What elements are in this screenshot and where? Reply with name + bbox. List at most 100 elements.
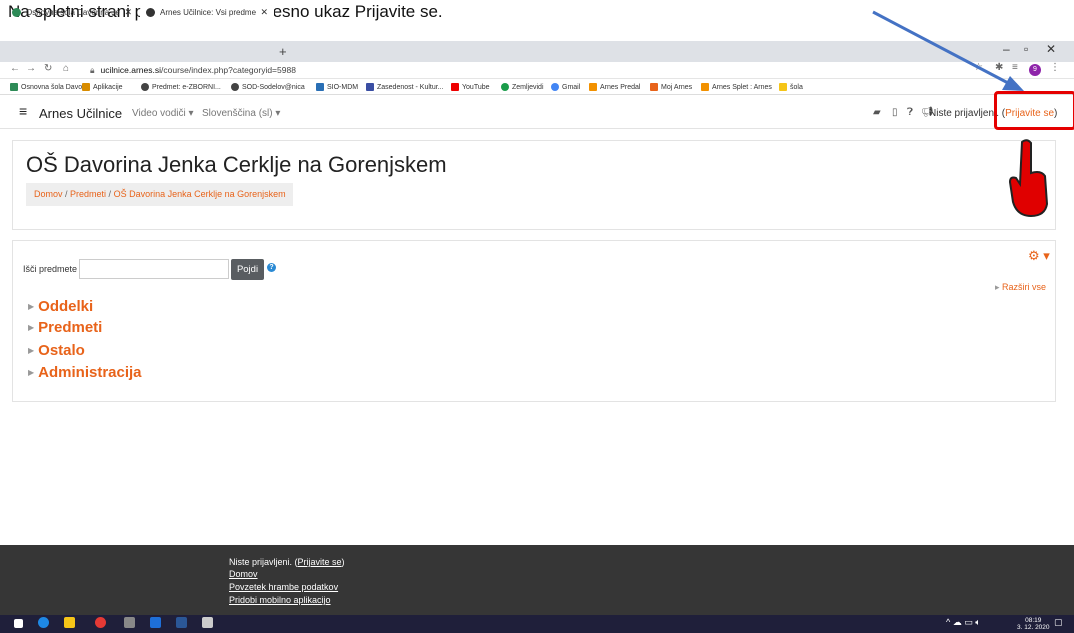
footer-login-link[interactable]: Prijavite se (298, 557, 342, 567)
acrobat-icon[interactable] (202, 617, 213, 628)
star-icon[interactable]: ☆ (974, 62, 983, 73)
google-icon (551, 83, 559, 91)
browser-tab-2[interactable]: Arnes Učilnice: Vsi predmeti ✕ (140, 4, 274, 21)
caret-right-icon: ▶ (28, 368, 35, 377)
restore-icon[interactable]: ▫ (1024, 42, 1028, 56)
bookmark-item[interactable]: Zasedenost - Kultur... (366, 83, 444, 91)
url-path: /course/index.php?categoryid=5988 (161, 65, 296, 75)
bookmark-item[interactable]: YouTube (451, 83, 490, 91)
browser-tab-1[interactable]: Osnovna šola Davorina Jenka – C ✕ (6, 4, 138, 21)
system-tray-icons[interactable]: ^ ☁ ▭ 🔈︎ (946, 617, 981, 628)
help-icon[interactable]: ? (267, 263, 276, 272)
windows-start-icon[interactable] (14, 619, 23, 628)
category-item[interactable]: ▶ Administracija (28, 364, 142, 381)
bookmark-item[interactable]: Aplikacije (82, 83, 123, 91)
menu-icon[interactable]: ⋮ (1050, 62, 1060, 73)
bookmark-item[interactable]: Predmet: e-ZBORNI... (141, 83, 221, 91)
book-icon[interactable]: ▰ (873, 107, 881, 118)
caret-right-icon: ▸ (995, 282, 1000, 292)
explorer-icon[interactable] (64, 617, 75, 628)
bookmarks-bar: Osnovna šola Davo... Aplikacije Predmet:… (0, 80, 1074, 95)
category-item[interactable]: ▶ Oddelki (28, 298, 93, 315)
globe-icon (231, 83, 239, 91)
bookmark-favicon-icon (316, 83, 324, 91)
globe-icon (141, 83, 149, 91)
page-title: OŠ Davorina Jenka Cerklje na Gorenjskem (26, 152, 447, 177)
minimize-icon[interactable]: – (1003, 42, 1010, 56)
search-label: Išči predmete (23, 264, 78, 274)
search-input[interactable] (79, 259, 229, 279)
footer-mobile-app-link[interactable]: Pridobi mobilno aplikacijo (229, 595, 331, 605)
forward-icon[interactable]: → (26, 63, 36, 74)
bookmark-icon[interactable]: ▯ (892, 107, 898, 118)
word-icon[interactable] (176, 617, 187, 628)
category-item[interactable]: ▶ Ostalo (28, 342, 85, 359)
reading-list-icon[interactable]: ≡ (1012, 62, 1018, 73)
school-favicon-icon (12, 8, 21, 17)
tab-title: Osnovna šola Davorina Jenka – C (26, 8, 120, 17)
arnes-icon (701, 83, 709, 91)
tool-icon[interactable] (124, 617, 135, 628)
search-button[interactable]: Pojdi (231, 259, 264, 280)
new-tab-icon[interactable]: + (279, 44, 287, 59)
footer-home-link[interactable]: Domov (229, 569, 258, 579)
arnes-icon (589, 83, 597, 91)
bookmark-item[interactable]: SOD-Sodelov@nica (231, 83, 305, 91)
chrome-icon[interactable] (95, 617, 106, 628)
apps-icon (82, 83, 90, 91)
caret-right-icon: ▶ (28, 346, 35, 355)
help-icon[interactable]: ❓︎ (907, 107, 913, 118)
footer-login-status: Niste prijavljeni. (Prijavite se) (229, 557, 345, 567)
url-field[interactable]: 🔒︎ ucilnice.arnes.si/course/index.php?cat… (90, 62, 296, 78)
reload-icon[interactable]: ↻ (44, 63, 52, 74)
avatar[interactable]: 9 (1029, 64, 1041, 76)
home-icon[interactable]: ⌂ (63, 63, 69, 74)
caret-right-icon: ▶ (28, 302, 35, 311)
caret-right-icon: ▶ (28, 323, 35, 332)
taskbar (0, 615, 1074, 633)
map-pin-icon (501, 83, 509, 91)
globe-icon (146, 8, 155, 17)
pointing-hand-icon (1008, 139, 1049, 218)
breadcrumb: Domov / Predmeti / OŠ Davorina Jenka Cer… (26, 183, 293, 206)
page-footer (0, 545, 1074, 615)
edge-icon[interactable] (38, 617, 49, 628)
bookmark-item[interactable]: Osnovna šola Davo... (10, 83, 88, 91)
video-guides-menu[interactable]: Video vodiči ▾ (132, 108, 194, 119)
footer-data-summary-link[interactable]: Povzetek hrambe podatkov (229, 582, 338, 592)
arnes-icon (650, 83, 658, 91)
crumb-courses[interactable]: Predmeti (70, 189, 106, 199)
bookmark-item[interactable]: Zemljevidi (501, 83, 544, 91)
lock-icon: 🔒︎ (90, 65, 95, 75)
bookmark-item[interactable]: SIO-MDM (316, 83, 358, 91)
crumb-current[interactable]: OŠ Davorina Jenka Cerklje na Gorenjskem (114, 189, 286, 199)
hamburger-menu-icon[interactable]: ≡ (19, 103, 27, 119)
bookmark-item[interactable]: šola (779, 83, 803, 91)
site-brand[interactable]: Arnes Učilnice (39, 106, 122, 121)
bookmark-item[interactable]: Arnes Splet : Arnes (701, 83, 772, 91)
tab-title: Arnes Učilnice: Vsi predmeti (160, 8, 257, 17)
tab-strip (0, 41, 1074, 62)
highlight-box (994, 91, 1074, 130)
bookmark-item[interactable]: Moj Arnes (650, 83, 692, 91)
folder-icon (779, 83, 787, 91)
bookmark-favicon-icon (366, 83, 374, 91)
back-icon[interactable]: ← (10, 63, 20, 74)
youtube-icon (451, 83, 459, 91)
extensions-icon[interactable]: ✱ (995, 62, 1003, 73)
close-window-icon[interactable]: ✕ (1046, 42, 1056, 56)
bookmark-favicon-icon (10, 83, 18, 91)
outlook-icon[interactable] (150, 617, 161, 628)
close-icon[interactable]: ✕ (260, 7, 268, 18)
gear-icon[interactable]: ⚙ ▾ (1028, 248, 1050, 264)
expand-all-link[interactable]: ▸ Razširi vse (995, 282, 1046, 293)
notifications-icon[interactable]: ▢ (1054, 617, 1063, 628)
category-item[interactable]: ▶ Predmeti (28, 319, 102, 336)
clock[interactable]: 08:19 3. 12. 2020 (1017, 617, 1050, 631)
bookmark-item[interactable]: Arnes Predal (589, 83, 640, 91)
url-host: ucilnice.arnes.si (100, 65, 162, 75)
language-menu[interactable]: Slovenščina (sl) ▾ (202, 108, 280, 119)
crumb-home[interactable]: Domov (34, 189, 63, 199)
close-icon[interactable]: ✕ (124, 7, 132, 18)
bookmark-item[interactable]: Gmail (551, 83, 580, 91)
